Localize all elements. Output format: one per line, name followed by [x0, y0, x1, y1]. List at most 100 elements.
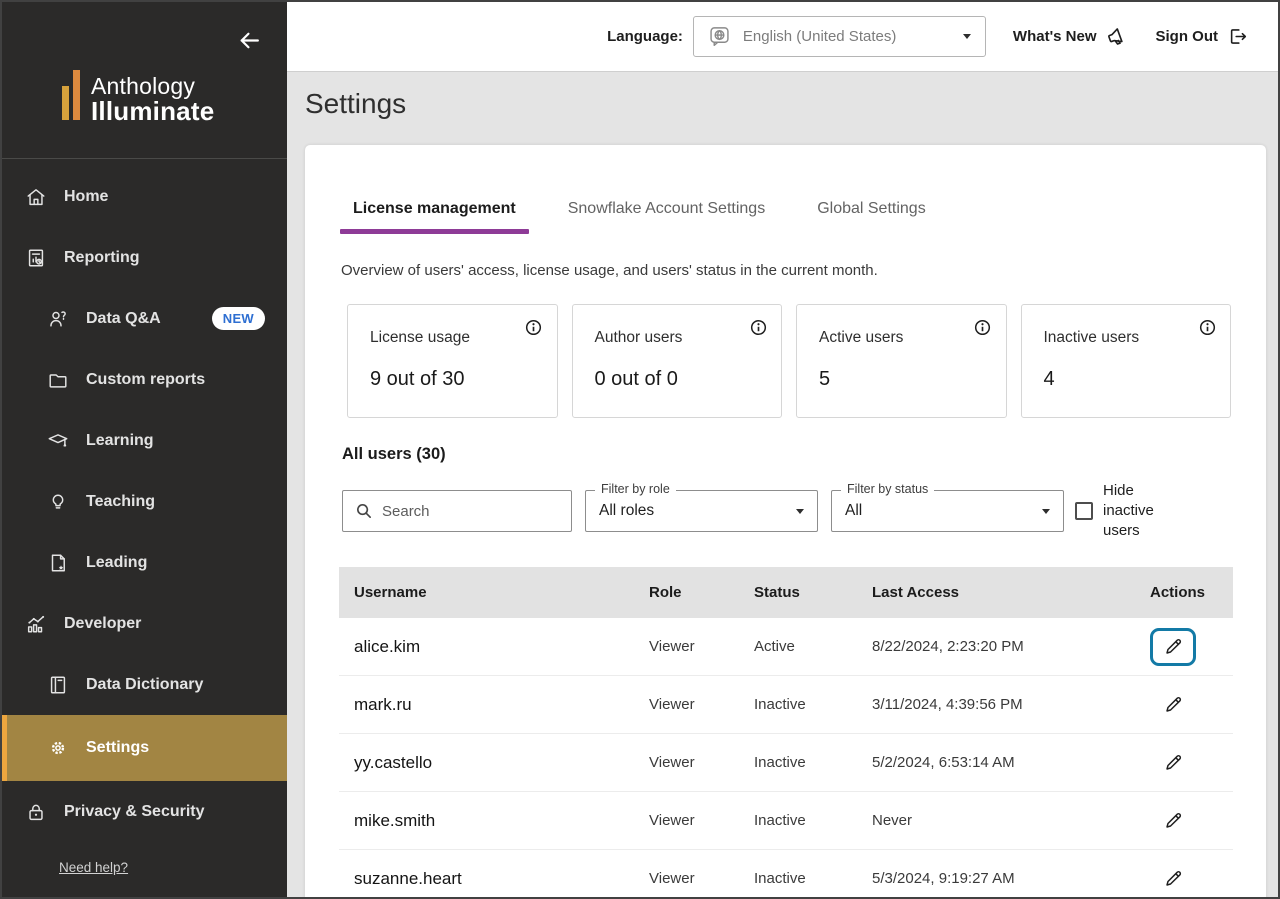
info-icon[interactable]: [972, 316, 994, 338]
table-row: mark.ru Viewer Inactive 3/11/2024, 4:39:…: [339, 676, 1233, 734]
sign-out-button[interactable]: Sign Out: [1156, 26, 1249, 47]
cell-status: Inactive: [754, 870, 872, 887]
new-badge: NEW: [212, 307, 265, 330]
stat-card: Author users 0 out of 0: [572, 304, 783, 418]
settings-card: License management Snowflake Account Set…: [305, 145, 1266, 897]
brand-name-bottom: Illuminate: [91, 98, 214, 125]
stat-card-title: Author users: [595, 329, 766, 347]
developer-icon: [24, 613, 48, 635]
language-label: Language:: [607, 28, 683, 45]
sidebar-item[interactable]: Learning: [2, 410, 287, 471]
col-role: Role: [649, 584, 754, 601]
info-icon[interactable]: [523, 316, 545, 338]
sidebar-item-label: Developer: [64, 615, 141, 633]
info-icon[interactable]: [747, 316, 769, 338]
edit-user-button[interactable]: [1150, 628, 1196, 666]
sidebar-item-label: Reporting: [64, 249, 140, 267]
sidebar-item[interactable]: Home: [2, 166, 287, 227]
need-help-link[interactable]: Need help?: [59, 860, 128, 875]
sidebar-item[interactable]: Custom reports: [2, 349, 287, 410]
topbar: Language: English (United States) What's…: [287, 2, 1278, 72]
sign-out-icon: [1227, 26, 1248, 47]
search-input[interactable]: [382, 503, 560, 520]
sidebar-nav: Home Reporting Data Q&A NEW: [2, 159, 287, 897]
search-box: [342, 490, 572, 532]
back-arrow-icon: [237, 28, 262, 53]
col-username: Username: [354, 584, 649, 601]
cell-status: Inactive: [754, 696, 872, 713]
sidebar-item[interactable]: Reporting: [2, 227, 287, 288]
sign-out-label: Sign Out: [1156, 28, 1219, 45]
app-window: Anthology Illuminate Home Reporting: [0, 0, 1280, 899]
sidebar-item-label: Privacy & Security: [64, 803, 205, 821]
chevron-down-icon: [963, 34, 971, 39]
learning-icon: [46, 430, 70, 452]
cell-role: Viewer: [649, 754, 754, 771]
role-filter-label: Filter by role: [595, 482, 676, 496]
language-select[interactable]: English (United States): [693, 16, 986, 57]
brand-name-top: Anthology: [91, 75, 214, 98]
sidebar-item-label: Home: [64, 188, 108, 206]
cell-status: Inactive: [754, 812, 872, 829]
col-last-access: Last Access: [872, 584, 1150, 601]
stat-card-title: Inactive users: [1044, 329, 1215, 347]
cell-role: Viewer: [649, 812, 754, 829]
leading-icon: [46, 552, 70, 574]
whats-new-button[interactable]: What's New: [1013, 25, 1129, 48]
hide-inactive-checkbox[interactable]: [1075, 502, 1093, 520]
role-filter-select[interactable]: Filter by role All roles: [585, 490, 818, 532]
table-row: mike.smith Viewer Inactive Never: [339, 792, 1233, 850]
stat-card-title: License usage: [370, 329, 541, 347]
tab[interactable]: License management: [353, 200, 516, 234]
hide-inactive-control: Hide inactive users: [1075, 481, 1171, 541]
sidebar-item[interactable]: Developer: [2, 593, 287, 654]
table-header: Username Role Status Last Access Actions: [339, 567, 1233, 618]
sidebar-item[interactable]: Teaching: [2, 471, 287, 532]
home-icon: [24, 186, 48, 208]
stat-card: Active users 5: [796, 304, 1007, 418]
data-dictionary-icon: [46, 674, 70, 696]
edit-user-button[interactable]: [1150, 686, 1196, 724]
main-area: Language: English (United States) What's…: [287, 2, 1278, 897]
sidebar-item-label: Settings: [86, 739, 149, 757]
cell-last-access: 5/2/2024, 6:53:14 AM: [872, 754, 1150, 771]
reporting-icon: [24, 247, 48, 269]
tab-label: Snowflake Account Settings: [568, 200, 765, 217]
sidebar-item[interactable]: Settings: [2, 715, 287, 781]
brand-bars-icon: [62, 70, 80, 125]
sidebar: Anthology Illuminate Home Reporting: [2, 2, 287, 897]
sidebar-item[interactable]: Data Q&A NEW: [2, 288, 287, 349]
tab[interactable]: Snowflake Account Settings: [568, 200, 765, 234]
data-qa-icon: [46, 308, 70, 330]
settings-icon: [46, 737, 70, 759]
cell-last-access: 3/11/2024, 4:39:56 PM: [872, 696, 1150, 713]
page-title: Settings: [287, 72, 1278, 124]
whats-new-label: What's New: [1013, 28, 1097, 45]
edit-user-button[interactable]: [1150, 744, 1196, 782]
collapse-sidebar-button[interactable]: [235, 26, 263, 54]
cell-username: mark.ru: [354, 695, 649, 715]
sidebar-item[interactable]: Privacy & Security: [2, 781, 287, 842]
chevron-down-icon: [1042, 509, 1050, 514]
sidebar-item[interactable]: Leading: [2, 532, 287, 593]
sidebar-header: Anthology Illuminate: [2, 2, 287, 159]
status-filter-select[interactable]: Filter by status All: [831, 490, 1064, 532]
info-icon[interactable]: [1196, 316, 1218, 338]
status-filter-value: All: [845, 502, 862, 520]
stat-card-value: 4: [1044, 368, 1215, 391]
edit-user-button[interactable]: [1150, 802, 1196, 840]
status-filter-label: Filter by status: [841, 482, 934, 496]
content-area: License management Snowflake Account Set…: [287, 124, 1278, 897]
chevron-down-icon: [796, 509, 804, 514]
sidebar-item-label: Teaching: [86, 493, 155, 511]
stat-card: License usage 9 out of 30: [347, 304, 558, 418]
edit-user-button[interactable]: [1150, 860, 1196, 898]
sidebar-item[interactable]: Data Dictionary: [2, 654, 287, 715]
cell-username: suzanne.heart: [354, 869, 649, 889]
megaphone-icon: [1106, 25, 1129, 48]
language-value: English (United States): [743, 28, 896, 45]
filters-row: Filter by role All roles Filter by statu…: [342, 481, 1233, 541]
tab[interactable]: Global Settings: [817, 200, 926, 234]
stat-card: Inactive users 4: [1021, 304, 1232, 418]
users-heading: All users (30): [342, 445, 1233, 464]
